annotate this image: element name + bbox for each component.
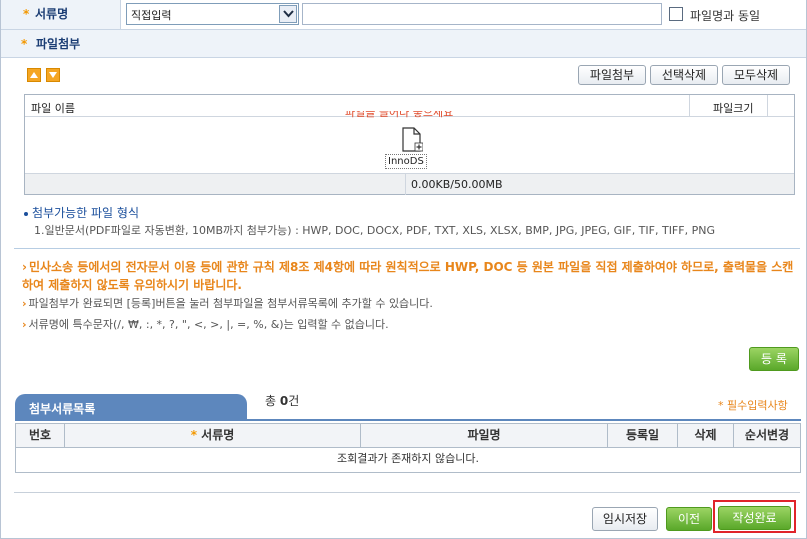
col-header-reg-date: 등록일 <box>608 424 678 448</box>
column-divider <box>405 174 406 195</box>
notice-attach-complete-text: 파일첨부가 완료되면 [등록]버튼을 눌러 첨부파일을 첨부서류목록에 추가할 … <box>28 297 433 310</box>
required-star-icon: * <box>21 37 28 51</box>
total-suffix: 건 <box>288 394 300 408</box>
bullet-icon <box>24 211 28 216</box>
file-attach-label: 파일첨부 <box>36 37 81 51</box>
attach-file-button[interactable]: 파일첨부 <box>578 65 646 85</box>
attached-docs-tab: 첨부서류목록 <box>15 394 247 420</box>
attached-docs-tab-title: 첨부서류목록 <box>29 402 96 416</box>
chevron-right-icon: › <box>22 260 27 274</box>
attached-docs-table: 번호 * 서류명 파일명 등록일 삭제 순서변경 조회결과가 존재하지 않습니다… <box>15 423 801 473</box>
allowed-formats-title: 첨부가능한 파일 형식 <box>24 204 139 221</box>
doc-name-label: 서류명 <box>35 7 69 21</box>
col-header-file-name: 파일명 <box>361 424 608 448</box>
allowed-formats-text: 1.일반문서(PDF파일로 자동변환, 10MB까지 첨부가능) : HWP, … <box>34 224 715 237</box>
same-as-file-label: 파일명과 동일 <box>690 9 761 23</box>
empty-result-message: 조회결과가 존재하지 않습니다. <box>336 452 480 465</box>
doc-name-select[interactable]: 직접입력 <box>126 3 299 25</box>
chevron-down-icon[interactable] <box>279 5 297 23</box>
required-star-icon: * <box>190 428 202 442</box>
delete-selected-button[interactable]: 선택삭제 <box>650 65 718 85</box>
same-as-file-checkbox[interactable] <box>669 7 683 21</box>
total-prefix: 총 <box>265 394 280 408</box>
main-notice-text: 민사소송 등에서의 전자문서 이용 등에 관한 규칙 제8조 제4항에 따라 원… <box>22 260 794 292</box>
notice-special-chars-text: 서류명에 특수문자(/, ₩, :, *, ?, ", <, >, |, =, … <box>28 318 389 331</box>
total-count: 총 0건 <box>265 392 299 409</box>
innods-logo: InnoDS <box>385 154 427 169</box>
notice-attach-complete: › 파일첨부가 완료되면 [등록]버튼을 눌러 첨부파일을 첨부서류목록에 추가할… <box>22 295 433 311</box>
column-divider <box>689 95 690 117</box>
col-header-doc-name: * 서류명 <box>65 424 361 448</box>
temp-save-button[interactable]: 임시저장 <box>592 507 658 531</box>
add-file-icon <box>402 127 423 152</box>
register-button[interactable]: 등 록 <box>749 347 799 371</box>
doc-name-select-value: 직접입력 <box>131 9 172 22</box>
file-name-column-header: 파일 이름 <box>31 102 75 115</box>
col-header-number: 번호 <box>16 424 65 448</box>
required-fields-note: * 필수입력사항 <box>718 399 788 412</box>
required-star-icon: * <box>23 7 30 21</box>
file-size-column-header: 파일크기 <box>713 102 754 115</box>
footer-divider <box>14 492 800 493</box>
total-count-value: 0 <box>279 394 289 408</box>
chevron-right-icon: › <box>22 318 27 331</box>
column-divider <box>767 95 768 117</box>
main-notice: › 민사소송 등에서의 전자문서 이용 등에 관한 규칙 제8조 제4항에 따라 … <box>22 258 802 294</box>
notice-special-chars: › 서류명에 특수문자(/, ₩, :, *, ?, ", <, >, |, =,… <box>22 316 389 332</box>
col-header-doc-name-text: 서류명 <box>201 428 235 442</box>
chevron-right-icon: › <box>22 297 27 310</box>
doc-name-label-cell: * 서류명 <box>1 0 121 29</box>
allowed-formats-title-text: 첨부가능한 파일 형식 <box>32 206 139 220</box>
col-header-delete: 삭제 <box>678 424 734 448</box>
delete-all-button[interactable]: 모두삭제 <box>722 65 790 85</box>
arrow-up-icon <box>30 72 38 78</box>
file-attach-row: * 파일첨부 <box>1 30 806 58</box>
col-header-reorder: 순서변경 <box>734 424 800 448</box>
drop-hint: 파일을 끌어다 놓으세요 <box>345 111 454 118</box>
complete-button-highlight <box>713 500 796 533</box>
upload-size-status: 0.00KB/50.00MB <box>411 178 503 191</box>
section-divider <box>14 248 800 249</box>
doc-name-input[interactable] <box>302 3 662 25</box>
file-upload-area[interactable]: 파일 이름 파일크기 파일을 끌어다 놓으세요 InnoDS 0.00KB/50… <box>24 94 795 195</box>
prev-button[interactable]: 이전 <box>666 507 712 531</box>
move-down-button[interactable] <box>46 68 60 82</box>
arrow-down-icon <box>49 72 57 78</box>
upload-footer: 0.00KB/50.00MB <box>25 173 794 195</box>
doc-name-row: * 서류명 직접입력 파일명과 동일 <box>1 0 806 30</box>
move-up-button[interactable] <box>27 68 41 82</box>
tab-underline <box>15 419 801 421</box>
